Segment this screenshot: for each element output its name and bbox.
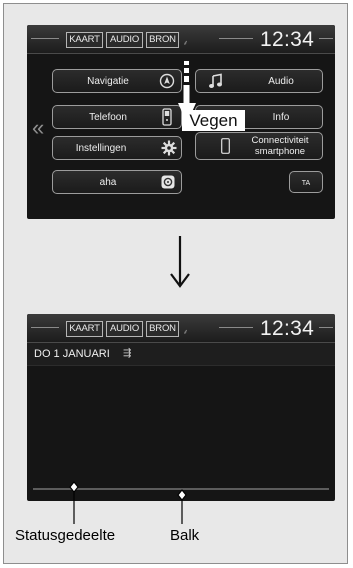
tile-audio[interactable]: Audio — [195, 69, 323, 93]
bar-highlight — [31, 327, 59, 328]
tile-label: Instellingen — [75, 143, 127, 154]
source-button[interactable]: BRON — [146, 321, 179, 337]
ringer-icon: ⇶ — [123, 348, 132, 359]
tile-ta[interactable]: TA — [289, 171, 323, 193]
signal-icon: ⸙ — [183, 329, 189, 336]
status-bar: KAART AUDIO BRON ⸙ 12:34 — [27, 25, 335, 54]
callout-bar: Balk — [170, 527, 200, 544]
status-bar-screen: KAART AUDIO BRON ⸙ 12:34 DO 1 JANUARI ⇶ — [27, 314, 335, 501]
clock: 12:34 — [260, 317, 315, 340]
tile-label: Info — [272, 112, 290, 123]
bar-highlight — [319, 38, 333, 39]
page-indicator — [158, 210, 208, 219]
tile-label: Telefoon — [89, 112, 127, 123]
signal-icon: ⸙ — [183, 40, 189, 47]
navigation-compass-icon — [159, 73, 175, 89]
tile-label: TA — [301, 180, 311, 187]
swipe-label: Vegen — [182, 110, 245, 131]
bar-highlight — [219, 327, 253, 328]
source-button[interactable]: BRON — [146, 32, 179, 48]
map-button[interactable]: KAART — [66, 32, 103, 48]
tile-connectivity[interactable]: Connectiviteit smartphone — [195, 132, 323, 160]
home-screen: KAART AUDIO BRON ⸙ 12:34 « Navigatie Tel… — [27, 25, 335, 219]
tile-navigation[interactable]: Navigatie — [52, 69, 182, 93]
bar-highlight — [319, 327, 333, 328]
tile-aha[interactable]: aha — [52, 170, 182, 194]
illustration-frame: KAART AUDIO BRON ⸙ 12:34 « Navigatie Tel… — [3, 3, 348, 564]
down-arrow-icon — [170, 236, 190, 288]
bar-highlight — [219, 38, 253, 39]
music-note-icon — [209, 73, 222, 88]
aha-icon — [161, 175, 175, 189]
tile-label: Connectiviteit smartphone — [251, 135, 309, 157]
date-label: DO 1 JANUARI — [34, 348, 110, 360]
callout-status-area: Statusgedeelte — [15, 527, 116, 544]
tile-label: Navigatie — [87, 76, 129, 87]
bar-highlight — [31, 38, 59, 39]
audio-button[interactable]: AUDIO — [106, 32, 143, 48]
tile-label: Audio — [268, 76, 294, 87]
chevron-left-icon[interactable]: « — [32, 115, 44, 141]
audio-button[interactable]: AUDIO — [106, 321, 143, 337]
tile-phone[interactable]: Telefoon — [52, 105, 182, 129]
status-bar[interactable]: KAART AUDIO BRON ⸙ 12:34 — [27, 314, 335, 343]
status-area[interactable]: DO 1 JANUARI ⇶ — [27, 343, 335, 366]
gear-icon — [161, 140, 177, 156]
tile-label: aha — [99, 177, 117, 188]
smartphone-icon — [221, 138, 230, 154]
tile-settings[interactable]: Instellingen — [52, 136, 182, 160]
phone-icon — [162, 108, 172, 126]
clock: 12:34 — [260, 28, 315, 51]
map-button[interactable]: KAART — [66, 321, 103, 337]
